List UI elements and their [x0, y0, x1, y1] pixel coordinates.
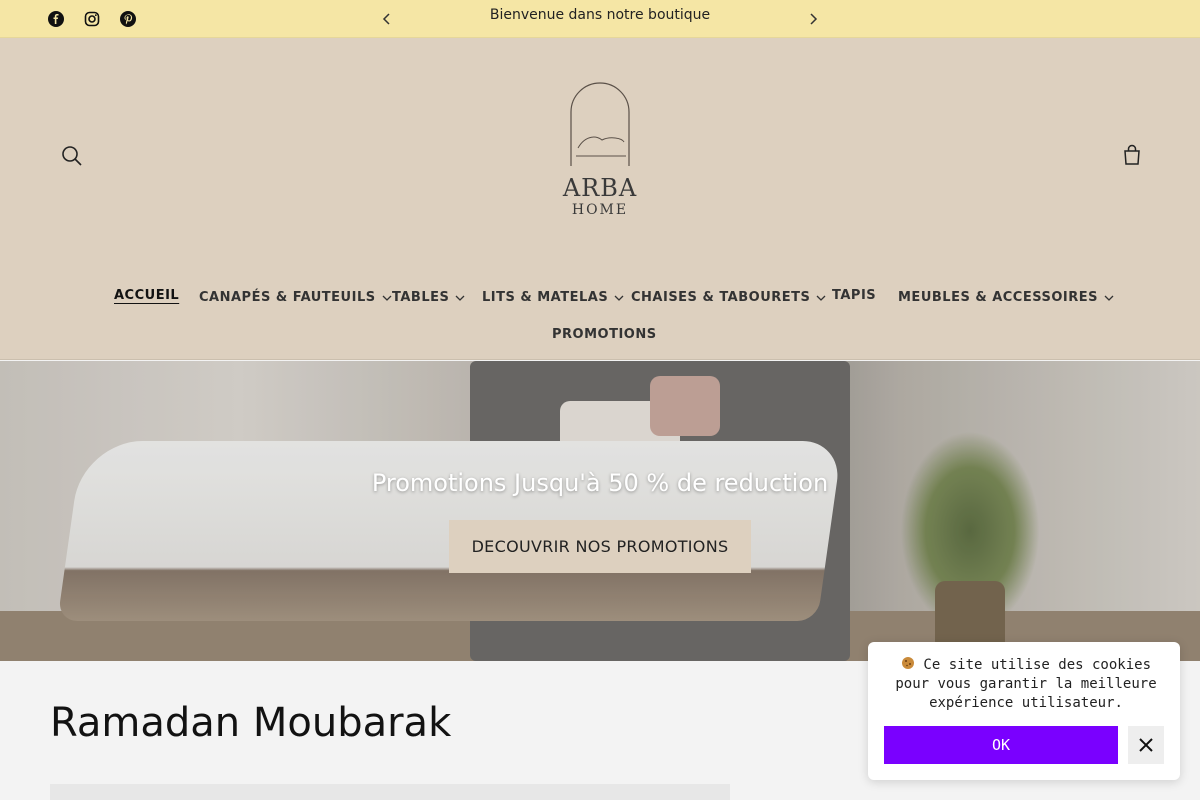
site-logo[interactable]: ARBA HOME [540, 78, 660, 228]
cookie-banner: Ce site utilise des cookies pour vous ga… [868, 642, 1180, 780]
cookie-text-wrap: Ce site utilise des cookies pour vous ga… [888, 656, 1164, 713]
nav-item-chaises-tabourets[interactable]: CHAISES & TABOURETS [631, 290, 826, 305]
nav-item-label: TAPIS [832, 288, 877, 303]
chevron-down-icon [382, 295, 392, 301]
chevron-down-icon [816, 295, 826, 301]
nav-item-promotions[interactable]: PROMOTIONS [552, 327, 657, 342]
logo-home: HOME [571, 202, 629, 218]
chevron-down-icon [455, 295, 465, 301]
nav-item-canapes-fauteuils[interactable]: CANAPÉS & FAUTEUILS [199, 290, 392, 305]
nav-item-tables[interactable]: TABLES [392, 290, 465, 305]
chevron-down-icon [1104, 295, 1114, 301]
discover-promotions-button[interactable]: DECOUVRIR NOS PROMOTIONS [449, 520, 751, 573]
section-text-placeholder [50, 784, 730, 800]
cookie-ok-button[interactable]: OK [884, 726, 1118, 764]
nav-item-label: PROMOTIONS [552, 327, 657, 342]
site-header: ARBA HOME ACCUEIL CANAPÉS & FAUTEUILS TA… [0, 38, 1200, 360]
nav-item-accueil[interactable]: ACCUEIL [114, 288, 179, 303]
nav-item-label: CHAISES & TABOURETS [631, 290, 811, 305]
section-title: Ramadan Moubarak [50, 700, 452, 746]
chevron-down-icon [614, 295, 624, 301]
announcement-text[interactable]: Bienvenue dans notre boutique [0, 7, 1200, 23]
nav-item-label: MEUBLES & ACCESSOIRES [898, 290, 1099, 305]
nav-item-label: CANAPÉS & FAUTEUILS [199, 290, 376, 305]
chevron-right-icon[interactable] [803, 9, 823, 29]
search-icon[interactable] [58, 142, 86, 170]
nav-item-meubles-accessoires[interactable]: MEUBLES & ACCESSOIRES [898, 290, 1114, 305]
nav-item-lits-matelas[interactable]: LITS & MATELAS [482, 290, 624, 305]
hero-banner: Promotions Jusqu'à 50 % de reduction DEC… [0, 361, 1200, 661]
close-icon[interactable] [1128, 726, 1164, 764]
logo-arba: ARBA [562, 174, 638, 202]
logo-arch-icon [570, 82, 630, 166]
cookie-icon [901, 657, 914, 669]
announcement-bar: Bienvenue dans notre boutique [0, 0, 1200, 38]
nav-item-label: LITS & MATELAS [482, 290, 609, 305]
cart-icon[interactable] [1118, 142, 1146, 170]
hero-title: Promotions Jusqu'à 50 % de reduction [371, 469, 829, 497]
nav-item-tapis[interactable]: TAPIS [832, 288, 876, 303]
cookie-message: Ce site utilise des cookies pour vous ga… [895, 657, 1157, 711]
nav-item-label: TABLES [392, 290, 450, 305]
hero-overlay [0, 361, 1200, 661]
nav-item-label: ACCUEIL [114, 288, 180, 303]
